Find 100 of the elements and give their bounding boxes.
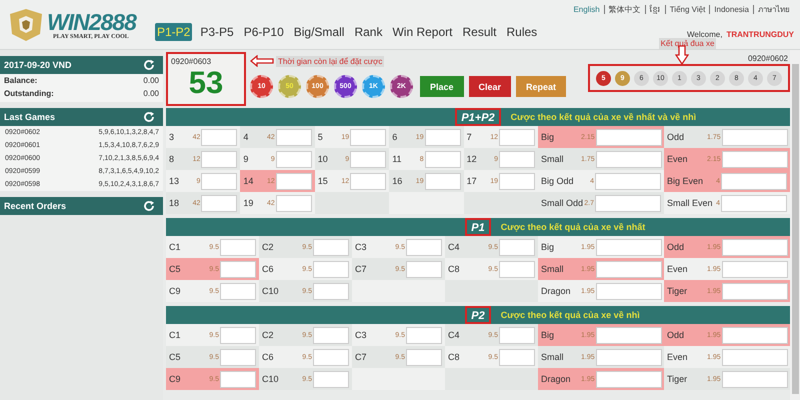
- bet-input[interactable]: [313, 348, 349, 366]
- bet-input[interactable]: [220, 370, 256, 388]
- bet-label: 6: [392, 132, 398, 142]
- bet-input[interactable]: [499, 260, 535, 278]
- bet-input[interactable]: [499, 326, 535, 344]
- language-link[interactable]: Tiếng Việt: [664, 5, 710, 14]
- section-caption: Cược theo kết quả của xe về nhất và về nhì: [510, 112, 698, 122]
- bet-input[interactable]: [220, 260, 256, 278]
- nav-tab[interactable]: Result: [460, 23, 498, 41]
- bet-input[interactable]: [499, 128, 535, 146]
- nav-tab[interactable]: P1-P2: [155, 23, 192, 41]
- nav-tab[interactable]: Rank: [352, 23, 384, 41]
- bet-label: C8: [448, 352, 460, 362]
- bet-input[interactable]: [313, 260, 349, 278]
- nav-tab[interactable]: Big/Small: [292, 23, 346, 41]
- bet-input[interactable]: [721, 194, 787, 212]
- bet-input[interactable]: [350, 150, 386, 168]
- language-link[interactable]: ខ្មែរ: [644, 5, 665, 14]
- bet-input[interactable]: [499, 172, 535, 190]
- bet-label: Big: [541, 242, 556, 252]
- bet-input[interactable]: [220, 282, 256, 300]
- section-caption: Cược theo kết quả của xe về nhất: [500, 222, 646, 232]
- bet-input[interactable]: [201, 172, 238, 190]
- bet-input[interactable]: [220, 238, 256, 256]
- nav-tab[interactable]: Win Report: [390, 23, 454, 41]
- bet-input[interactable]: [313, 370, 349, 388]
- bet-input[interactable]: [201, 128, 238, 146]
- bet-input[interactable]: [406, 348, 442, 366]
- bet-label: 10: [318, 154, 328, 164]
- bet-input[interactable]: [276, 172, 312, 190]
- bet-input[interactable]: [313, 238, 349, 256]
- bet-label: C10: [262, 374, 279, 384]
- language-link[interactable]: ภาษาไทย: [753, 5, 794, 14]
- bet-input[interactable]: [596, 238, 662, 256]
- arrow-icon: [250, 55, 274, 67]
- refresh-icon[interactable]: [143, 111, 155, 123]
- bet-input[interactable]: [596, 260, 662, 278]
- bet-input[interactable]: [201, 194, 238, 212]
- bet-input[interactable]: [424, 150, 461, 168]
- bet-label: 18: [169, 198, 180, 208]
- bet-input[interactable]: [722, 282, 788, 300]
- bet-input[interactable]: [220, 326, 256, 344]
- bet-input[interactable]: [499, 348, 535, 366]
- scrollbar[interactable]: [790, 50, 800, 400]
- language-link[interactable]: 繁体中文: [604, 5, 645, 14]
- bet-label: 5: [318, 132, 323, 142]
- bet-input[interactable]: [406, 260, 442, 278]
- bet-label: Even: [667, 264, 689, 274]
- bet-label: C1: [169, 242, 181, 252]
- bet-input[interactable]: [499, 238, 535, 256]
- nav-tab[interactable]: P3-P5: [198, 23, 236, 41]
- bet-input[interactable]: [721, 172, 787, 190]
- bet-input[interactable]: [276, 128, 312, 146]
- bet-input[interactable]: [596, 370, 662, 388]
- bet-input[interactable]: [276, 150, 312, 168]
- language-link[interactable]: Indonesia: [709, 5, 753, 14]
- bet-input[interactable]: [424, 172, 461, 190]
- bet-input[interactable]: [350, 172, 386, 190]
- bet-input[interactable]: [722, 238, 788, 256]
- bet-label: 14: [243, 176, 254, 186]
- bet-input[interactable]: [313, 326, 349, 344]
- bet-input[interactable]: [406, 238, 442, 256]
- annotation-note: Thời gian còn lại để đặt cược: [276, 56, 384, 66]
- refresh-icon[interactable]: [143, 59, 155, 71]
- bet-input[interactable]: [596, 150, 662, 168]
- bet-label: C2: [262, 330, 274, 340]
- bet-input[interactable]: [313, 282, 349, 300]
- bet-input[interactable]: [350, 128, 386, 146]
- bet-input[interactable]: [722, 150, 788, 168]
- nav-tab[interactable]: Rules: [504, 23, 540, 41]
- language-link[interactable]: English: [569, 5, 604, 14]
- bet-input[interactable]: [595, 194, 661, 212]
- brand-name: WIN2888: [47, 10, 136, 34]
- bet-input[interactable]: [406, 326, 442, 344]
- place-button[interactable]: Place: [420, 76, 464, 97]
- bet-input[interactable]: [596, 348, 662, 366]
- account-label: Outstanding:: [4, 89, 54, 98]
- bet-input[interactable]: [722, 348, 788, 366]
- bet-input[interactable]: [201, 150, 238, 168]
- bet-input[interactable]: [596, 282, 662, 300]
- panel-title: Last Games: [4, 112, 56, 122]
- bet-input[interactable]: [722, 370, 788, 388]
- bet-input[interactable]: [722, 326, 788, 344]
- bet-input[interactable]: [722, 128, 788, 146]
- nav-tab[interactable]: P6-P10: [242, 23, 286, 41]
- bet-label: Big Even: [667, 176, 704, 186]
- bet-input[interactable]: [499, 150, 535, 168]
- refresh-icon[interactable]: [143, 200, 155, 212]
- bet-label: Dragon: [541, 286, 572, 296]
- clear-button[interactable]: Clear: [468, 76, 512, 97]
- bet-input[interactable]: [424, 128, 461, 146]
- bet-label: 11: [392, 154, 402, 164]
- bet-input[interactable]: [722, 260, 788, 278]
- bet-input[interactable]: [596, 128, 662, 146]
- bet-input[interactable]: [276, 194, 312, 212]
- bet-input[interactable]: [220, 348, 256, 366]
- bet-input[interactable]: [596, 326, 662, 344]
- bet-label: Small: [541, 264, 565, 274]
- round-id: 0920#0603: [171, 57, 212, 66]
- bet-input[interactable]: [595, 172, 661, 190]
